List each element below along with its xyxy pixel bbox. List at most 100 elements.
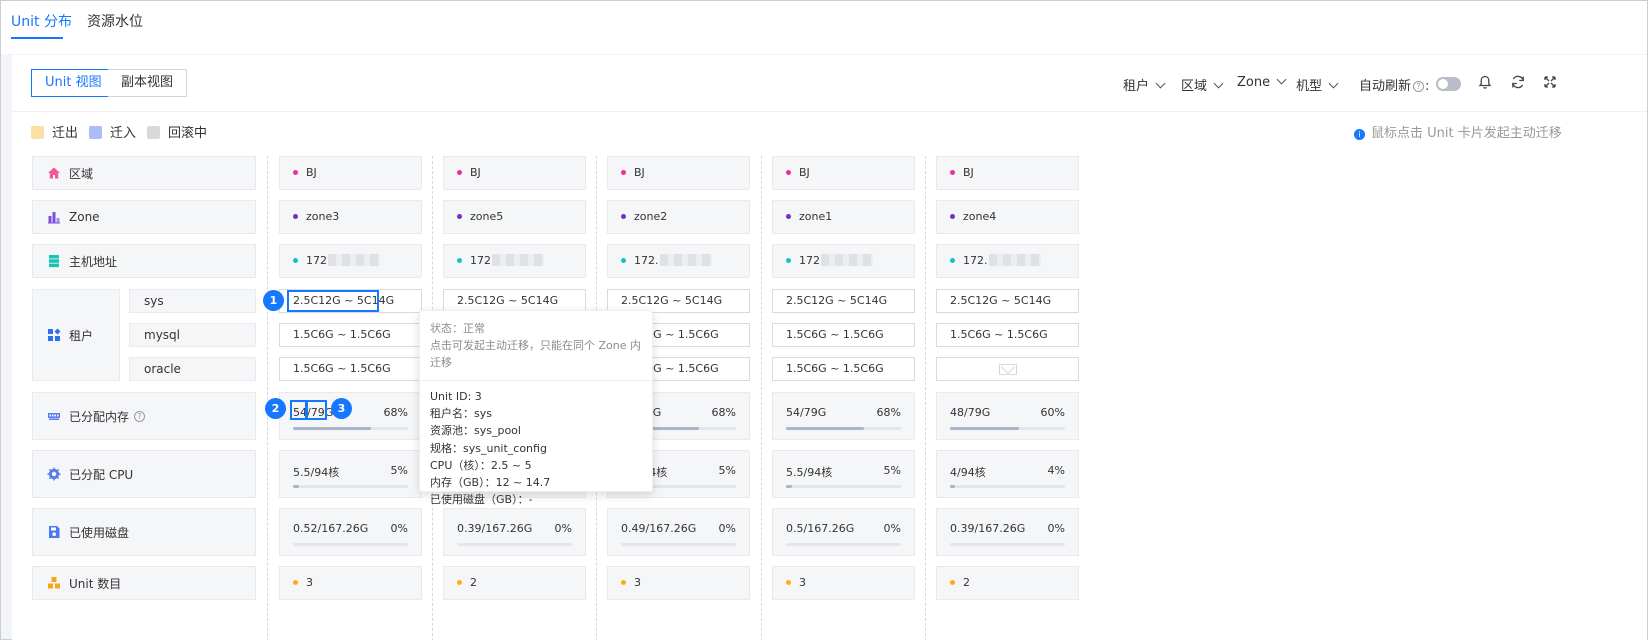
host-cell-text: 172: [306, 254, 327, 267]
unit-card[interactable]: 1.5C6G ~ 1.5C6G: [279, 357, 422, 381]
unit-count-cell-text: 2: [470, 576, 477, 589]
auto-refresh-toggle[interactable]: [1436, 77, 1461, 91]
cubes-icon: [48, 577, 60, 589]
disk-cell-percent: 0%: [718, 522, 736, 535]
dot-icon: [457, 214, 462, 219]
server-icon: [49, 255, 59, 268]
filter-tenant-label: 租户: [1123, 79, 1150, 94]
cpu-cell: 5.5/94核 5%: [772, 450, 915, 498]
filter-machine-type-label: 机型: [1296, 79, 1323, 94]
dot-icon: [293, 170, 298, 175]
tooltip-spec: 规格：sys_unit_config: [430, 441, 547, 455]
cpu-cell-value: 5.5/94核: [786, 466, 833, 479]
zone-cell: zone1: [772, 200, 915, 234]
unit-card-spec: 1.5C6G ~ 1.5C6G: [786, 362, 884, 375]
marker-2: 2: [265, 398, 286, 419]
filter-machine-type[interactable]: 机型: [1296, 75, 1339, 94]
zone-cell-text: zone1: [799, 210, 833, 223]
legend-label-out: 迁出: [52, 126, 79, 141]
dot-icon: [786, 580, 791, 585]
auto-refresh-colon: :: [1425, 79, 1430, 94]
highlight-memory-used: [290, 400, 307, 420]
memory-cell: 48/79G 60%: [936, 392, 1079, 440]
row-label-host-text: 主机地址: [69, 254, 118, 269]
marker-3: 3: [331, 398, 352, 419]
bar-chart-icon: [48, 212, 60, 224]
app-frame: Unit 分布 资源水位 Unit 视图 副本视图 租户 区域 Zone 机型 …: [0, 0, 1648, 640]
memory-help-icon[interactable]: ?: [134, 410, 146, 422]
dot-icon: [950, 170, 955, 175]
tenant-name-oracle: oracle: [129, 357, 256, 381]
refresh-icon[interactable]: [1508, 72, 1528, 92]
host-cell: 172.: [607, 244, 750, 278]
unit-card-spec: 2.5C12G ~ 5C14G: [786, 294, 888, 307]
memory-cell-bar-fill: [950, 427, 1019, 430]
auto-refresh-text: 自动刷新: [1359, 79, 1412, 94]
masked-ip: [821, 254, 873, 266]
zone-cell: zone4: [936, 200, 1079, 234]
highlight-memory-total: [306, 400, 327, 420]
fullscreen-icon[interactable]: [1540, 72, 1560, 92]
region-cell: BJ: [443, 156, 586, 190]
cpu-cell-value: 5.5/94核: [293, 466, 340, 479]
unit-count-cell: 2: [443, 566, 586, 600]
unit-card[interactable]: 1.5C6G ~ 1.5C6G: [279, 323, 422, 347]
row-label-region-text: 区域: [69, 166, 94, 181]
cpu-cell-bar-fill: [293, 485, 299, 488]
disk-cell-bar: [457, 543, 572, 546]
dot-icon: [786, 258, 791, 263]
row-label-cpu: 已分配 CPU: [32, 450, 256, 498]
chevron-down-icon: [1155, 78, 1166, 89]
filter-zone[interactable]: Zone: [1237, 74, 1287, 90]
dot-icon: [621, 258, 626, 263]
marker-1: 1: [263, 290, 284, 311]
help-icon[interactable]: ?: [1413, 81, 1425, 92]
disk-cell-value: 0.39/167.26G: [457, 522, 533, 535]
memory-cell-value: 54/79G: [786, 406, 826, 419]
unit-card[interactable]: 1.5C6G ~ 1.5C6G: [772, 357, 915, 381]
zone-cell-text: zone2: [634, 210, 668, 223]
highlight-unit-card: [287, 290, 379, 312]
disk-cell-value: 0.5/167.26G: [786, 522, 855, 535]
legend-label-rollback: 回滚中: [168, 126, 208, 141]
replica-view-button[interactable]: 副本视图: [108, 69, 188, 97]
row-label-disk-text: 已使用磁盘: [69, 525, 130, 540]
tooltip-disk: 已使用磁盘（GB）：-: [430, 493, 533, 507]
tab-unit-distribution[interactable]: Unit 分布: [11, 11, 72, 31]
dot-icon: [950, 580, 955, 585]
auto-refresh-label: 自动刷新?:: [1359, 75, 1429, 94]
host-cell: 172: [443, 244, 586, 278]
disk-cell: 0.39/167.26G 0%: [443, 508, 586, 556]
unit-card[interactable]: 1.5C6G ~ 1.5C6G: [772, 323, 915, 347]
dot-icon: [786, 214, 791, 219]
unit-card[interactable]: 2.5C12G ~ 5C14G: [772, 289, 915, 313]
memory-cell-bar: [786, 427, 901, 430]
tab-resource-watermark[interactable]: 资源水位: [87, 11, 143, 31]
cpu-icon: [47, 467, 61, 481]
migration-hint: i 鼠标点击 Unit 卡片发起主动迁移: [1354, 122, 1562, 141]
cpu-cell-bar: [293, 485, 408, 488]
memory-total: 79G: [803, 406, 827, 419]
cpu-cell: 5.5/94核 5%: [279, 450, 422, 498]
unit-card[interactable]: 2.5C12G ~ 5C14G: [936, 289, 1079, 313]
cpu-cell-bar: [950, 485, 1065, 488]
filter-tenant[interactable]: 租户: [1123, 75, 1166, 94]
legend-migrate-out: 迁出: [31, 122, 78, 141]
dot-icon: [950, 258, 955, 263]
tooltip-memory: 内存（GB）：12 ~ 14.7: [430, 476, 551, 490]
bell-icon[interactable]: [1475, 72, 1495, 92]
memory-cell-value: 48/79G: [950, 406, 990, 419]
disk-cell-value: 0.39/167.26G: [950, 522, 1026, 535]
filter-region[interactable]: 区域: [1181, 75, 1224, 94]
filter-zone-label: Zone: [1237, 75, 1271, 90]
unit-card[interactable]: 1.5C6G ~ 1.5C6G: [936, 323, 1079, 347]
memory-cell-percent: 68%: [876, 406, 901, 419]
row-label-tenant-text: 租户: [69, 328, 94, 343]
row-label-unit-count: Unit 数目: [32, 566, 256, 600]
cpu-cell-bar-fill: [950, 485, 955, 488]
zone-cell: zone3: [279, 200, 422, 234]
region-cell: BJ: [936, 156, 1079, 190]
cpu-cell-percent: 5%: [883, 464, 901, 477]
disk-cell-bar: [786, 543, 901, 546]
unit-view-button[interactable]: Unit 视图: [31, 69, 116, 97]
